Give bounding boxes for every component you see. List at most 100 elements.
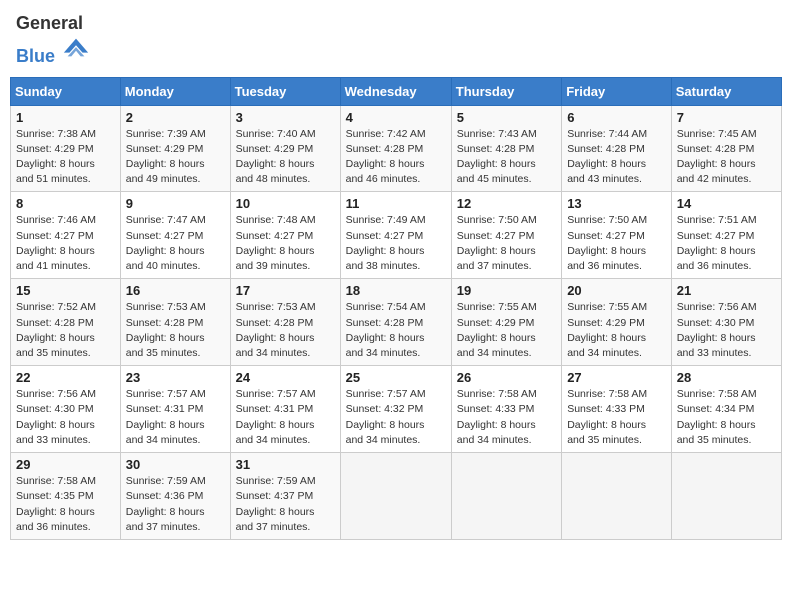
calendar-cell: 18 Sunrise: 7:54 AM Sunset: 4:28 PM Dayli…	[340, 279, 451, 366]
day-info: Sunrise: 7:48 AM Sunset: 4:27 PM Dayligh…	[236, 213, 335, 274]
day-info: Sunrise: 7:59 AM Sunset: 4:37 PM Dayligh…	[236, 474, 335, 535]
day-number: 3	[236, 110, 335, 125]
day-info: Sunrise: 7:58 AM Sunset: 4:35 PM Dayligh…	[16, 474, 115, 535]
day-info: Sunrise: 7:57 AM Sunset: 4:32 PM Dayligh…	[346, 387, 446, 448]
calendar-cell: 8Sunrise: 7:46 AM Sunset: 4:27 PM Daylig…	[11, 192, 121, 279]
day-number: 24	[236, 370, 335, 385]
calendar-cell: 30 Sunrise: 7:59 AM Sunset: 4:36 PM Dayli…	[120, 453, 230, 540]
day-info: Sunrise: 7:58 AM Sunset: 4:33 PM Dayligh…	[567, 387, 666, 448]
day-info: Sunrise: 7:51 AM Sunset: 4:27 PM Dayligh…	[677, 213, 776, 274]
col-header-friday: Friday	[562, 77, 672, 105]
day-info: Sunrise: 7:50 AM Sunset: 4:27 PM Dayligh…	[457, 213, 556, 274]
calendar-cell: 28 Sunrise: 7:58 AM Sunset: 4:34 PM Dayli…	[671, 366, 781, 453]
day-info: Sunrise: 7:56 AM Sunset: 4:30 PM Dayligh…	[677, 300, 776, 361]
day-info: Sunrise: 7:40 AM Sunset: 4:29 PM Dayligh…	[236, 127, 335, 188]
calendar-cell: 12 Sunrise: 7:50 AM Sunset: 4:27 PM Dayli…	[451, 192, 561, 279]
day-info: Sunrise: 7:50 AM Sunset: 4:27 PM Dayligh…	[567, 213, 666, 274]
logo: General Blue	[16, 14, 90, 67]
day-number: 2	[126, 110, 225, 125]
day-number: 23	[126, 370, 225, 385]
day-number: 13	[567, 196, 666, 211]
calendar-week-row: 15 Sunrise: 7:52 AM Sunset: 4:28 PM Dayli…	[11, 279, 782, 366]
day-info: Sunrise: 7:44 AM Sunset: 4:28 PM Dayligh…	[567, 127, 666, 188]
day-number: 19	[457, 283, 556, 298]
calendar-cell: 21 Sunrise: 7:56 AM Sunset: 4:30 PM Dayli…	[671, 279, 781, 366]
col-header-tuesday: Tuesday	[230, 77, 340, 105]
day-number: 31	[236, 457, 335, 472]
day-info: Sunrise: 7:46 AM Sunset: 4:27 PM Dayligh…	[16, 213, 115, 274]
logo-blue: Blue	[16, 46, 55, 66]
calendar-cell	[451, 453, 561, 540]
day-number: 30	[126, 457, 225, 472]
calendar-cell	[340, 453, 451, 540]
calendar-cell	[562, 453, 672, 540]
col-header-wednesday: Wednesday	[340, 77, 451, 105]
day-number: 9	[126, 196, 225, 211]
day-info: Sunrise: 7:52 AM Sunset: 4:28 PM Dayligh…	[16, 300, 115, 361]
calendar-table: SundayMondayTuesdayWednesdayThursdayFrid…	[10, 77, 782, 540]
day-number: 28	[677, 370, 776, 385]
day-number: 27	[567, 370, 666, 385]
day-number: 6	[567, 110, 666, 125]
day-number: 21	[677, 283, 776, 298]
calendar-cell: 17Sunrise: 7:53 AM Sunset: 4:28 PM Dayli…	[230, 279, 340, 366]
day-number: 20	[567, 283, 666, 298]
day-number: 16	[126, 283, 225, 298]
day-info: Sunrise: 7:42 AM Sunset: 4:28 PM Dayligh…	[346, 127, 446, 188]
day-info: Sunrise: 7:43 AM Sunset: 4:28 PM Dayligh…	[457, 127, 556, 188]
day-number: 18	[346, 283, 446, 298]
calendar-cell: 7Sunrise: 7:45 AM Sunset: 4:28 PM Daylig…	[671, 105, 781, 192]
calendar-cell: 14 Sunrise: 7:51 AM Sunset: 4:27 PM Dayli…	[671, 192, 781, 279]
calendar-header-row: SundayMondayTuesdayWednesdayThursdayFrid…	[11, 77, 782, 105]
calendar-cell	[671, 453, 781, 540]
calendar-cell: 27 Sunrise: 7:58 AM Sunset: 4:33 PM Dayli…	[562, 366, 672, 453]
calendar-cell: 16 Sunrise: 7:53 AM Sunset: 4:28 PM Dayli…	[120, 279, 230, 366]
calendar-cell: 29Sunrise: 7:58 AM Sunset: 4:35 PM Dayli…	[11, 453, 121, 540]
calendar-cell: 10Sunrise: 7:48 AM Sunset: 4:27 PM Dayli…	[230, 192, 340, 279]
calendar-cell: 13 Sunrise: 7:50 AM Sunset: 4:27 PM Dayli…	[562, 192, 672, 279]
calendar-week-row: 1Sunrise: 7:38 AM Sunset: 4:29 PM Daylig…	[11, 105, 782, 192]
day-number: 12	[457, 196, 556, 211]
day-info: Sunrise: 7:56 AM Sunset: 4:30 PM Dayligh…	[16, 387, 115, 448]
calendar-cell: 23 Sunrise: 7:57 AM Sunset: 4:31 PM Dayli…	[120, 366, 230, 453]
day-info: Sunrise: 7:58 AM Sunset: 4:34 PM Dayligh…	[677, 387, 776, 448]
day-number: 26	[457, 370, 556, 385]
day-number: 5	[457, 110, 556, 125]
calendar-week-row: 22Sunrise: 7:56 AM Sunset: 4:30 PM Dayli…	[11, 366, 782, 453]
day-number: 15	[16, 283, 115, 298]
col-header-monday: Monday	[120, 77, 230, 105]
page-header: General Blue	[10, 10, 782, 71]
day-info: Sunrise: 7:58 AM Sunset: 4:33 PM Dayligh…	[457, 387, 556, 448]
calendar-cell: 24 Sunrise: 7:57 AM Sunset: 4:31 PM Dayli…	[230, 366, 340, 453]
day-number: 25	[346, 370, 446, 385]
calendar-cell: 15 Sunrise: 7:52 AM Sunset: 4:28 PM Dayli…	[11, 279, 121, 366]
calendar-cell: 5 Sunrise: 7:43 AM Sunset: 4:28 PM Daylig…	[451, 105, 561, 192]
day-info: Sunrise: 7:57 AM Sunset: 4:31 PM Dayligh…	[236, 387, 335, 448]
calendar-cell: 19Sunrise: 7:55 AM Sunset: 4:29 PM Dayli…	[451, 279, 561, 366]
calendar-cell: 20 Sunrise: 7:55 AM Sunset: 4:29 PM Dayli…	[562, 279, 672, 366]
calendar-cell: 4 Sunrise: 7:42 AM Sunset: 4:28 PM Daylig…	[340, 105, 451, 192]
day-info: Sunrise: 7:57 AM Sunset: 4:31 PM Dayligh…	[126, 387, 225, 448]
day-number: 14	[677, 196, 776, 211]
day-info: Sunrise: 7:59 AM Sunset: 4:36 PM Dayligh…	[126, 474, 225, 535]
calendar-cell: 3 Sunrise: 7:40 AM Sunset: 4:29 PM Daylig…	[230, 105, 340, 192]
day-info: Sunrise: 7:39 AM Sunset: 4:29 PM Dayligh…	[126, 127, 225, 188]
calendar-cell: 25 Sunrise: 7:57 AM Sunset: 4:32 PM Dayli…	[340, 366, 451, 453]
day-info: Sunrise: 7:49 AM Sunset: 4:27 PM Dayligh…	[346, 213, 446, 274]
calendar-week-row: 8Sunrise: 7:46 AM Sunset: 4:27 PM Daylig…	[11, 192, 782, 279]
day-info: Sunrise: 7:55 AM Sunset: 4:29 PM Dayligh…	[567, 300, 666, 361]
day-number: 17	[236, 283, 335, 298]
day-info: Sunrise: 7:45 AM Sunset: 4:28 PM Dayligh…	[677, 127, 776, 188]
day-info: Sunrise: 7:54 AM Sunset: 4:28 PM Dayligh…	[346, 300, 446, 361]
calendar-week-row: 29Sunrise: 7:58 AM Sunset: 4:35 PM Dayli…	[11, 453, 782, 540]
day-info: Sunrise: 7:47 AM Sunset: 4:27 PM Dayligh…	[126, 213, 225, 274]
calendar-cell: 11 Sunrise: 7:49 AM Sunset: 4:27 PM Dayli…	[340, 192, 451, 279]
day-info: Sunrise: 7:53 AM Sunset: 4:28 PM Dayligh…	[126, 300, 225, 361]
calendar-cell: 26 Sunrise: 7:58 AM Sunset: 4:33 PM Dayli…	[451, 366, 561, 453]
logo-icon	[62, 34, 90, 62]
logo-general: General	[16, 13, 83, 33]
day-number: 11	[346, 196, 446, 211]
calendar-cell: 31 Sunrise: 7:59 AM Sunset: 4:37 PM Dayli…	[230, 453, 340, 540]
col-header-saturday: Saturday	[671, 77, 781, 105]
day-number: 4	[346, 110, 446, 125]
